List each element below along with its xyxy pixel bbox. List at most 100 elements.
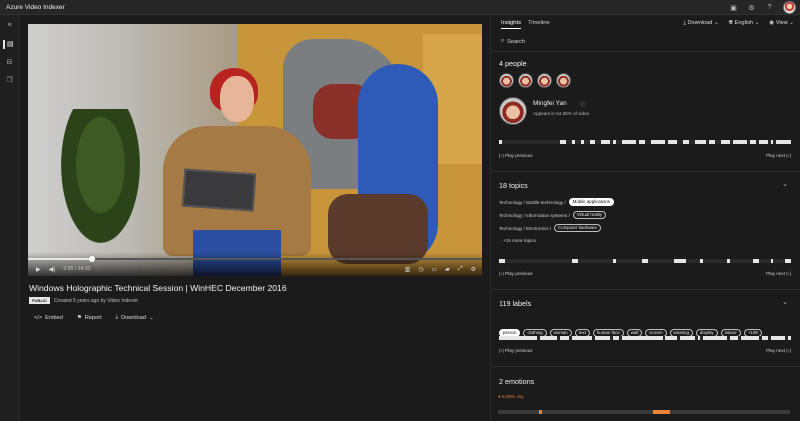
timeline-segment[interactable] (612, 259, 616, 263)
timeline-segment[interactable] (732, 140, 748, 144)
feedback-icon[interactable]: ▣ (729, 3, 738, 12)
download-button[interactable]: ⤓ Download ⌄ (116, 314, 154, 321)
timeline-segment[interactable] (499, 140, 502, 144)
model-customization-icon[interactable]: ⊟ (5, 58, 14, 67)
timeline-segment[interactable] (595, 336, 610, 340)
timeline-segment[interactable] (788, 140, 791, 144)
person-thumbnail[interactable] (518, 73, 533, 88)
captions-icon[interactable]: ▥ (405, 266, 411, 273)
timeline-segment[interactable] (770, 336, 786, 340)
timeline-segment[interactable] (580, 140, 584, 144)
timeline-segment[interactable] (776, 140, 789, 144)
topics-timeline[interactable] (499, 259, 791, 263)
copy-icon[interactable]: ❐ (5, 76, 14, 85)
chevron-down-icon[interactable]: ⌄ (782, 180, 788, 188)
timeline-segment[interactable] (572, 336, 593, 340)
timeline-segment[interactable] (770, 140, 774, 144)
embed-button[interactable]: </> Embed (34, 315, 63, 321)
more-topics-link[interactable]: +15 more topics (503, 238, 536, 243)
play-next-button[interactable]: Play next ▷| (766, 153, 791, 159)
timeline-segment[interactable] (499, 259, 505, 263)
timeline-segment[interactable] (682, 140, 689, 144)
timeline-segment[interactable] (788, 336, 791, 340)
play-next-button[interactable]: Play next ▷| (766, 348, 791, 354)
panel-download-button[interactable]: ⤓ Download ⌄ (683, 20, 718, 27)
timeline-segment[interactable] (662, 140, 666, 144)
timeline-segment[interactable] (621, 140, 637, 144)
timeline-segment[interactable] (741, 336, 759, 340)
quality-icon[interactable]: ▰ (445, 266, 450, 273)
timeline-segment[interactable] (761, 336, 768, 340)
user-avatar[interactable] (783, 1, 796, 14)
timeline-segment[interactable] (753, 259, 759, 263)
fullscreen-icon[interactable]: ⤢ (458, 266, 463, 273)
volume-icon[interactable]: ◀) (49, 266, 56, 273)
timeline-segment[interactable] (720, 140, 730, 144)
play-previous-button[interactable]: |◁ Play previous (499, 271, 533, 277)
play-previous-button[interactable]: |◁ Play previous (499, 348, 533, 354)
menu-icon[interactable]: ≡ (5, 21, 14, 30)
info-icon[interactable]: ⓘ (580, 100, 586, 108)
person-thumbnail[interactable] (537, 73, 552, 88)
video-progress-bar[interactable] (28, 256, 482, 262)
timeline-segment[interactable] (560, 140, 567, 144)
play-previous-button[interactable]: |◁ Play previous (499, 153, 533, 159)
timeline-segment[interactable] (700, 259, 704, 263)
topic-pill[interactable]: Computer hardware (554, 224, 601, 232)
timeline-segment[interactable] (652, 410, 671, 414)
timeline-segment[interactable] (589, 140, 596, 144)
person-thumbnail[interactable] (499, 73, 514, 88)
topic-pill[interactable]: Mobile applications (568, 198, 614, 206)
timeline-segment[interactable] (770, 259, 774, 263)
timeline-segment[interactable] (572, 259, 578, 263)
timeline-segment[interactable] (538, 410, 542, 414)
labels-timeline[interactable] (499, 336, 791, 340)
timeline-segment[interactable] (750, 140, 756, 144)
timeline-segment[interactable] (785, 259, 791, 263)
timeline-segment[interactable] (665, 336, 678, 340)
help-icon[interactable]: ? (765, 3, 774, 12)
timeline-segment[interactable] (703, 336, 727, 340)
gear-icon[interactable]: ⚙ (747, 3, 756, 12)
timeline-segment[interactable] (612, 140, 616, 144)
timeline-segment[interactable] (680, 336, 695, 340)
timeline-segment[interactable] (758, 140, 768, 144)
speed-icon[interactable]: ◷ (418, 266, 423, 273)
tab-timeline[interactable]: Timeline (528, 20, 550, 29)
timeline-segment[interactable] (694, 140, 707, 144)
settings-icon[interactable]: ⚙ (471, 266, 476, 273)
timeline-segment[interactable] (726, 259, 730, 263)
timeline-segment[interactable] (639, 140, 645, 144)
timeline-segment[interactable] (601, 140, 610, 144)
subtitles-icon[interactable]: ▭ (432, 266, 438, 273)
person-thumbnail[interactable] (556, 73, 571, 88)
timeline-segment[interactable] (642, 259, 648, 263)
report-button[interactable]: ⚑ Report (77, 315, 102, 321)
timeline-segment[interactable] (674, 259, 686, 263)
timeline-segment[interactable] (572, 140, 575, 144)
language-button[interactable]: 🌐︎ English ⌄ (729, 20, 760, 27)
timeline-segment[interactable] (697, 336, 701, 340)
download-icon: ⤓ (115, 314, 119, 320)
timeline-segment[interactable] (499, 336, 537, 340)
play-icon[interactable]: ▶ (36, 266, 41, 273)
timeline-segment[interactable] (621, 336, 663, 340)
search-button[interactable]: ⌕ Search (501, 38, 525, 45)
tab-insights[interactable]: Insights (501, 20, 521, 29)
emotions-timeline[interactable] (498, 410, 790, 414)
progress-handle[interactable] (88, 256, 95, 262)
video-player[interactable] (28, 24, 482, 276)
view-button[interactable]: ◉ View ⌄ (769, 20, 794, 27)
media-library-icon[interactable]: ▤ (3, 40, 14, 49)
play-next-button[interactable]: Play next ▷| (766, 271, 791, 277)
timeline-segment[interactable] (539, 336, 558, 340)
timeline-segment[interactable] (729, 336, 739, 340)
timeline-segment[interactable] (560, 336, 570, 340)
topic-pill[interactable]: Virtual reality (572, 211, 607, 219)
timeline-segment[interactable] (612, 336, 619, 340)
chevron-down-icon[interactable]: ⌄ (782, 298, 788, 306)
timeline-segment[interactable] (650, 140, 663, 144)
people-timeline[interactable] (499, 140, 791, 144)
timeline-segment[interactable] (709, 140, 716, 144)
timeline-segment[interactable] (668, 140, 678, 144)
